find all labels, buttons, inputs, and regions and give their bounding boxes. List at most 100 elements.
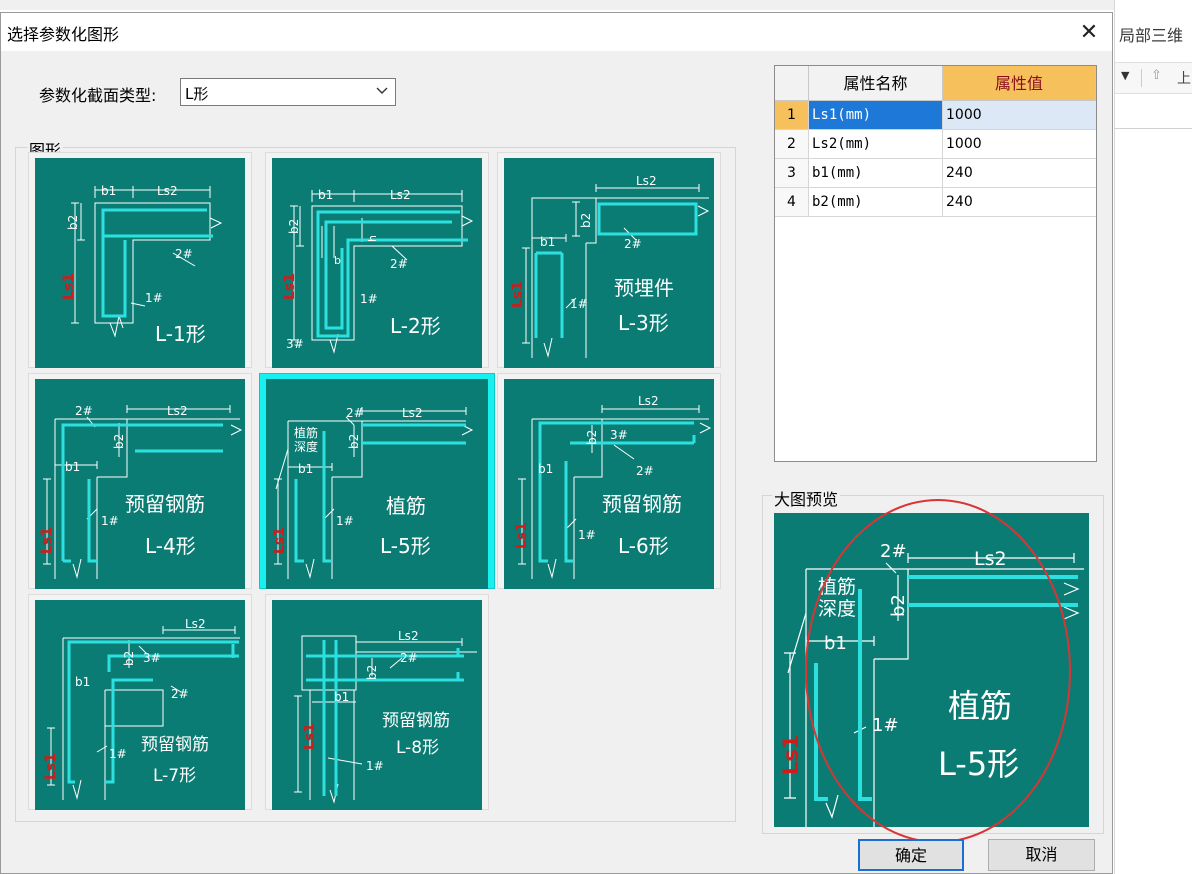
dim-b1-label: b1	[75, 675, 90, 689]
row-index: 2	[775, 130, 809, 158]
bar-1-label: 1#	[360, 292, 378, 306]
highlight-ellipse	[805, 499, 1071, 843]
bar-1-label: 1#	[578, 528, 596, 542]
shape-caption: 预留钢筋	[125, 492, 205, 516]
shape-diagram-L-1: b1 Ls2 b2 Ls1 2# 1# L-1形	[35, 158, 245, 368]
dim-b1-label: b1	[298, 462, 313, 476]
background-toolbar: ▼ ⇧ 上	[1115, 62, 1192, 94]
dim-ls2-label: Ls2	[167, 404, 188, 418]
bar-2-label: 2#	[390, 257, 408, 271]
dim-b2-label: b2	[579, 213, 593, 228]
shape-title: L-1形	[155, 322, 206, 346]
dim-ls1-label: Ls1	[779, 735, 803, 776]
dim-b1-label: b1	[65, 460, 80, 474]
bar-1-label: 1#	[145, 291, 163, 305]
background-divider	[1115, 128, 1192, 129]
chevron-down-icon	[376, 87, 388, 94]
dim-ls2-label: Ls2	[402, 406, 423, 420]
background-app-strip	[0, 0, 1192, 10]
bar-2-label: 2#	[75, 404, 93, 418]
section-type-label: 参数化截面类型:	[39, 86, 157, 105]
shape-title: L-8形	[396, 738, 439, 758]
shape-diagram-L-7: Ls2 b2 3# b1 2# Ls1 1# 预留钢筋 L-7形	[35, 600, 245, 810]
dim-b2-label: b2	[585, 430, 599, 445]
property-name[interactable]: b1(mm)	[809, 159, 943, 187]
background-app-panel: 局部三维 ▼ ⇧ 上	[1114, 0, 1192, 874]
dim-ls2-label: Ls2	[185, 617, 206, 631]
dim-b2-label: b2	[365, 665, 379, 680]
select-parametric-shape-dialog: 选择参数化图形 ✕ 参数化截面类型: L形 图形 b1 Ls2 b2 Ls1 2…	[0, 12, 1113, 874]
ok-button[interactable]: 确定	[858, 839, 964, 871]
shape-option-L-4[interactable]: 2# Ls2 b2 b1 Ls1 1# 预留钢筋 L-4形	[28, 373, 252, 589]
shape-diagram-L-3: Ls2 b2 b1 Ls1 2# 1# 预埋件 L-3形	[504, 158, 714, 368]
dim-ls1-label: Ls1	[39, 527, 55, 554]
shape-caption: 预留钢筋	[141, 735, 209, 755]
shape-title: L-3形	[618, 311, 669, 335]
table-row[interactable]: 3 b1(mm) 240	[775, 159, 1096, 188]
close-icon[interactable]: ✕	[1069, 17, 1109, 49]
shape-option-L-5[interactable]: 植筋 深度 2# Ls2 b2 b1 Ls1 1# 植筋 L-5形	[259, 373, 495, 589]
dim-b1-label: b1	[334, 690, 349, 704]
bar-1-label: 1#	[336, 514, 354, 528]
shape-title: L-4形	[145, 534, 196, 558]
dim-ls2-label: Ls2	[636, 174, 657, 188]
table-row[interactable]: 2 Ls2(mm) 1000	[775, 130, 1096, 159]
table-header-name: 属性名称	[809, 66, 943, 101]
shape-title: L-6形	[618, 534, 669, 558]
bar-3-label: 3#	[610, 428, 628, 442]
shape-title: L-5形	[380, 534, 431, 558]
shape-title: L-2形	[390, 314, 441, 338]
property-name[interactable]: Ls2(mm)	[809, 130, 943, 158]
property-name[interactable]: b2(mm)	[809, 188, 943, 216]
shape-option-L-3[interactable]: Ls2 b2 b1 Ls1 2# 1# 预埋件 L-3形	[497, 152, 721, 368]
bar-1-label: 1#	[570, 297, 588, 311]
shape-diagram-L-5: 植筋 深度 2# Ls2 b2 b1 Ls1 1# 植筋 L-5形	[266, 379, 488, 589]
dim-ls1-label: Ls1	[282, 273, 298, 300]
dialog-body: 参数化截面类型: L形 图形 b1 Ls2 b2 Ls1 2# 1# L-1形 …	[1, 51, 1112, 873]
dim-ls2-label: Ls2	[390, 188, 411, 202]
bar-2-label: 2#	[171, 687, 189, 701]
arrow-up-icon[interactable]: ⇧	[1151, 68, 1162, 83]
bar-2-label: 2#	[175, 247, 193, 261]
shape-option-L-6[interactable]: Ls2 b2 3# 2# b1 Ls1 1# 预留钢筋 L-6形	[497, 373, 721, 589]
chevron-down-icon[interactable]: ▼	[1121, 69, 1129, 82]
table-row[interactable]: 1 Ls1(mm) 1000	[775, 101, 1096, 130]
shape-caption: 植筋	[386, 494, 426, 518]
shape-option-L-2[interactable]: b1 Ls2 b2 Ls1 h b 2# 1# 3# L-2形	[265, 152, 489, 368]
cancel-button[interactable]: 取消	[988, 839, 1095, 871]
dim-b1-label: b1	[101, 184, 116, 198]
dim-b2-label: b2	[66, 215, 80, 230]
depth-label-line2: 深度	[294, 439, 318, 454]
shape-option-L-1[interactable]: b1 Ls2 b2 Ls1 2# 1# L-1形	[28, 152, 252, 368]
property-value[interactable]: 1000	[943, 130, 1096, 158]
bar-1-label: 1#	[109, 747, 127, 761]
background-panel-title: 局部三维	[1119, 26, 1184, 45]
property-value[interactable]: 240	[943, 159, 1096, 187]
section-type-select[interactable]: L形	[180, 78, 396, 106]
bar-1-label: 1#	[366, 759, 384, 773]
dim-ls1-label: Ls1	[302, 723, 318, 750]
shape-option-L-7[interactable]: Ls2 b2 3# b1 2# Ls1 1# 预留钢筋 L-7形	[28, 594, 252, 810]
table-row[interactable]: 4 b2(mm) 240	[775, 188, 1096, 217]
bar-2-label: 2#	[624, 237, 642, 251]
bar-3-label: 3#	[143, 651, 161, 665]
property-value[interactable]: 1000	[943, 101, 1096, 129]
dim-b2-label: b2	[122, 651, 136, 666]
dim-ls1-label: Ls1	[43, 753, 59, 780]
dim-b-label: b	[334, 254, 341, 267]
property-value[interactable]: 240	[943, 188, 1096, 216]
property-name[interactable]: Ls1(mm)	[809, 101, 943, 129]
shape-diagram-L-4: 2# Ls2 b2 b1 Ls1 1# 预留钢筋 L-4形	[35, 379, 245, 589]
bar-2-label: 2#	[400, 651, 418, 665]
dim-ls1-label: Ls1	[272, 527, 288, 554]
shape-caption: 预留钢筋	[382, 711, 450, 731]
dim-ls1-label: Ls1	[514, 522, 530, 549]
dim-b2-label: b2	[112, 434, 126, 449]
shape-diagram-L-8: Ls2 b2 2# b1 Ls1 1# 预留钢筋 L-8形	[272, 600, 482, 810]
properties-table: 属性名称 属性值 1 Ls1(mm) 1000 2 Ls2(mm) 1000 3…	[774, 65, 1097, 462]
dim-h-label: h	[366, 235, 379, 242]
shape-option-L-8[interactable]: Ls2 b2 2# b1 Ls1 1# 预留钢筋 L-8形	[265, 594, 489, 810]
shape-diagram-L-2: b1 Ls2 b2 Ls1 h b 2# 1# 3# L-2形	[272, 158, 482, 368]
toolbar-partial-label[interactable]: 上	[1177, 68, 1191, 88]
table-header-value: 属性值	[943, 66, 1096, 101]
